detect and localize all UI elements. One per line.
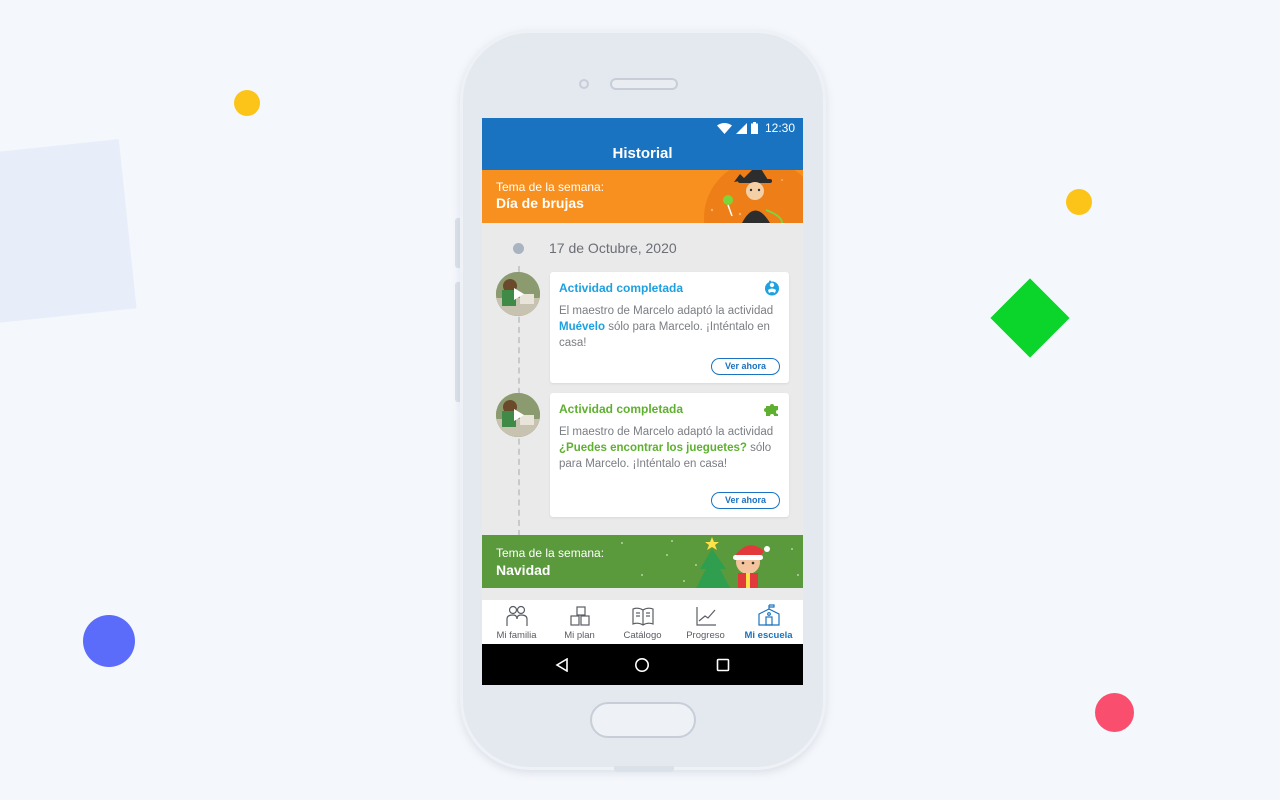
book-icon [631,607,654,626]
wifi-icon [716,122,732,134]
activity-card[interactable]: Actividad completada El maestro de Marce… [550,393,789,517]
nav-label: Mi familia [496,630,537,641]
view-now-button[interactable]: Ver ahora [711,358,780,375]
status-time: 12:30 [764,121,795,135]
activity-video-thumbnail[interactable] [496,272,540,316]
decorative-blue-dot [83,615,135,667]
decorative-red-dot [1095,693,1134,732]
nav-label: Catálogo [623,630,662,641]
phone-bottom-edge [614,766,674,772]
nav-item-mi-familia[interactable]: Mi familia [485,600,548,644]
activity-card[interactable]: Actividad completada El maestro de Marce… [550,272,789,383]
home-icon[interactable] [634,657,650,673]
nav-label: Mi escuela [744,630,793,641]
nav-item-catalogo[interactable]: Catálogo [611,600,674,644]
nav-item-progreso[interactable]: Progreso [674,600,737,644]
banner-title: Navidad [496,562,551,578]
activity-card-body: El maestro de Marcelo adaptó la activida… [559,303,781,351]
activity-card-body: El maestro de Marcelo adaptó la activida… [559,424,781,472]
battery-icon [750,122,758,134]
chart-icon [695,607,716,626]
phone-speaker [610,78,678,90]
signal-icon [735,122,747,134]
decorative-yellow-dot [1066,189,1092,215]
phone-camera [579,79,589,89]
banner-label: Tema de la semana: [496,546,605,560]
phone-home-button[interactable] [590,702,696,738]
christmas-illustration [621,537,799,588]
activity-card-text: El maestro de Marcelo adaptó la activida… [559,426,774,438]
app-screen: 12:30 Historial Tema de la semana: Día d… [482,118,803,685]
blocks-icon [569,606,590,626]
activity-card-title: Actividad completada [559,281,684,295]
recents-icon[interactable] [716,658,730,672]
baby-icon [765,280,779,296]
decorative-yellow-dot [234,90,260,116]
banner-title: Día de brujas [496,195,584,211]
weekly-theme-banner-halloween[interactable]: Tema de la semana: Día de brujas [482,170,803,223]
nav-label: Mi plan [564,630,595,641]
system-navigation-bar [482,644,803,685]
activity-card-text: El maestro de Marcelo adaptó la activida… [559,305,774,317]
school-icon [757,604,780,626]
timeline-date: 17 de Octubre, 2020 [549,240,677,256]
nav-item-mi-plan[interactable]: Mi plan [548,600,611,644]
puzzle-icon [764,404,778,416]
decorative-green-diamond [990,278,1070,358]
page-title: Historial [482,138,803,170]
activity-name-link[interactable]: Muévelo [559,321,605,333]
activity-name-link[interactable]: ¿Puedes encontrar los jueguetes? [559,442,747,454]
activity-video-thumbnail[interactable] [496,393,540,437]
nav-item-mi-escuela[interactable]: Mi escuela [737,600,800,644]
banner-label: Tema de la semana: [496,180,605,194]
bottom-navigation: Mi familia Mi plan Catálogo Progreso Mi … [482,600,803,644]
witch-illustration [704,170,803,223]
nav-label: Progreso [686,630,725,641]
status-bar: 12:30 [482,118,803,138]
view-now-button[interactable]: Ver ahora [711,492,780,509]
decorative-square [0,139,137,323]
timeline-dot [513,243,524,254]
family-icon [505,605,528,626]
weekly-theme-banner-christmas[interactable]: Tema de la semana: Navidad [482,535,803,588]
back-icon[interactable] [555,657,569,672]
activity-card-title: Actividad completada [559,402,684,416]
